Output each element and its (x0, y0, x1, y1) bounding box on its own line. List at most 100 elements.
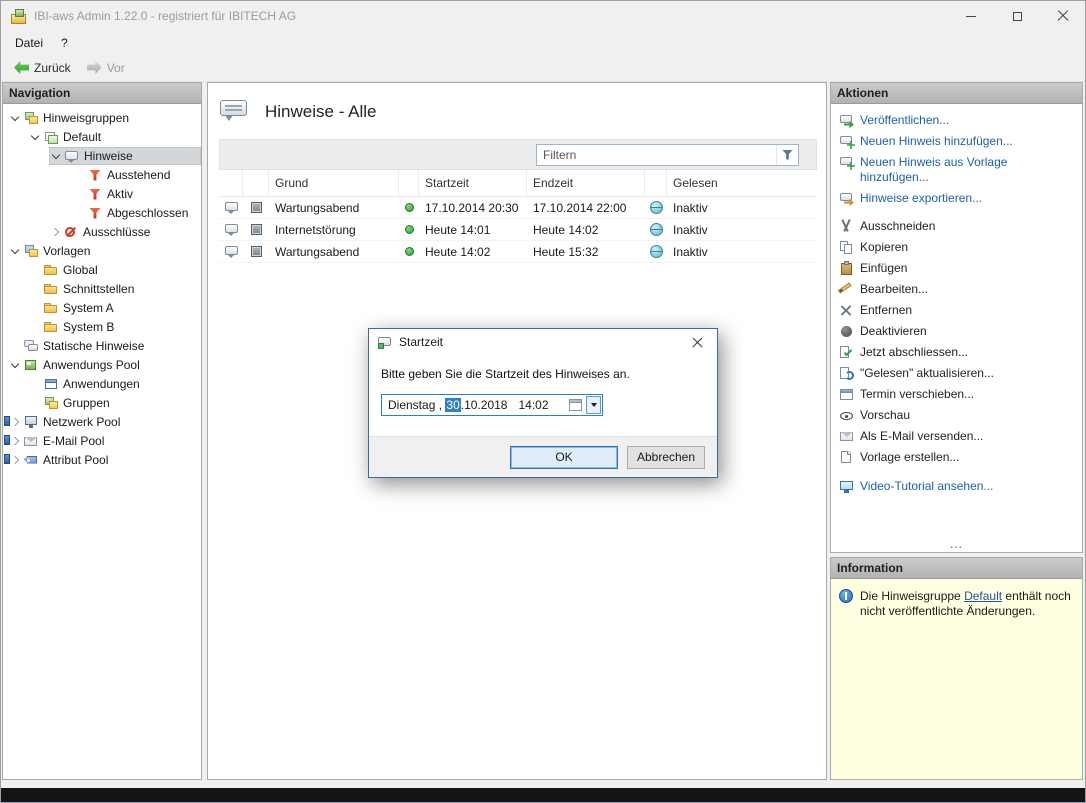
tree-item-statische-hinweise[interactable]: Statische Hinweise (3, 336, 201, 355)
tree-item-anwendungs-pool[interactable]: Anwendungs Pool (3, 355, 201, 374)
close-button[interactable] (1040, 0, 1086, 32)
tree-item-abgeschlossen[interactable]: Abgeschlossen (3, 203, 201, 222)
action-einfuegen[interactable]: Einfügen (839, 258, 1078, 279)
back-button[interactable]: Zurück (6, 58, 79, 78)
table-row[interactable]: Wartungsabend Heute 14:02 Heute 15:32 In… (219, 241, 817, 263)
column-header-startzeit[interactable]: Startzeit (419, 170, 527, 196)
app-icon (10, 8, 26, 24)
calendar-icon (569, 398, 583, 412)
action-ausschneiden[interactable]: Ausschneiden (839, 216, 1078, 237)
ok-button[interactable]: OK (510, 446, 618, 469)
action-entfernen[interactable]: Entfernen (839, 300, 1078, 321)
dialog-titlebar[interactable]: Startzeit (369, 329, 717, 355)
dialog-message: Bitte geben Sie die Startzeit des Hinwei… (369, 355, 717, 381)
status-active-icon (405, 225, 414, 234)
folder-icon (43, 300, 59, 316)
tree-item-ausschluesse[interactable]: Ausschlüsse (3, 222, 201, 241)
action-video-tutorial[interactable]: Video-Tutorial ansehen... (839, 476, 1078, 497)
date-weekday[interactable]: Dienstag (388, 398, 435, 412)
column-header-grund[interactable]: Grund (269, 170, 399, 196)
action-jetzt-abschliessen[interactable]: Jetzt abschliessen... (839, 342, 1078, 363)
expand-chevron-icon[interactable] (50, 149, 64, 163)
minimize-button[interactable] (948, 0, 994, 32)
expand-chevron-icon[interactable] (9, 111, 23, 125)
action-label: Vorschau (860, 408, 910, 423)
column-header-endzeit[interactable]: Endzeit (527, 170, 645, 196)
column-header-gelesen[interactable]: Gelesen (667, 170, 817, 196)
expand-chevron-icon[interactable] (49, 225, 63, 239)
tree-item-gruppen[interactable]: Gruppen (3, 393, 201, 412)
tree-item-hinweisgruppen[interactable]: Hinweisgruppen (3, 108, 201, 127)
tree-item-hinweise[interactable]: Hinweise (3, 146, 201, 165)
action-bearbeiten[interactable]: Bearbeiten... (839, 279, 1078, 300)
tree-item-default[interactable]: Default (3, 127, 201, 146)
tree-item-system-a[interactable]: System A (3, 298, 201, 317)
filter-input-wrap[interactable] (536, 144, 799, 166)
menu-help[interactable]: ? (52, 34, 77, 52)
action-label: Vorlage erstellen... (860, 450, 959, 465)
expand-chevron-icon[interactable] (9, 434, 23, 448)
action-hinweise-exportieren[interactable]: Hinweise exportieren... (839, 188, 1078, 209)
filter-input[interactable] (537, 148, 776, 162)
action-vorlage-erstellen[interactable]: Vorlage erstellen... (839, 447, 1078, 468)
date-dropdown-button[interactable] (586, 396, 601, 414)
maximize-button[interactable] (994, 0, 1040, 32)
tree-item-netzwerk-pool[interactable]: Netzwerk Pool (3, 412, 201, 431)
tree-item-e-mail-pool[interactable]: E-Mail Pool (3, 431, 201, 450)
tree-item-vorlagen[interactable]: Vorlagen (3, 241, 201, 260)
action-gelesen-aktualisieren[interactable]: "Gelesen" aktualisieren... (839, 363, 1078, 384)
cancel-button[interactable]: Abbrechen (627, 446, 705, 469)
action-deaktivieren[interactable]: Deaktivieren (839, 321, 1078, 342)
cell-endzeit: Heute 14:02 (527, 223, 645, 237)
date-time[interactable]: 14:02 (518, 398, 548, 412)
dialog-close-button[interactable] (677, 329, 717, 355)
column-header-status[interactable] (399, 170, 419, 196)
app-pool-icon (23, 357, 39, 373)
tree-item-system-b[interactable]: System B (3, 317, 201, 336)
date-day-selected[interactable]: 30 (445, 398, 460, 412)
action-vorschau[interactable]: Vorschau (839, 405, 1078, 426)
expand-chevron-icon[interactable] (9, 244, 23, 258)
tree-item-anwendungen[interactable]: Anwendungen (3, 374, 201, 393)
information-header-label: Information (837, 561, 903, 575)
action-neuen-hinweis-aus-vorlage[interactable]: Neuen Hinweis aus Vorlage hinzufügen... (839, 152, 1078, 188)
column-header-globe[interactable] (645, 170, 667, 196)
cell-gelesen: Inaktiv (667, 223, 817, 237)
minimize-icon (966, 16, 976, 17)
cell-grund: Wartungsabend (269, 201, 399, 215)
tree-item-global[interactable]: Global (3, 260, 201, 279)
expand-chevron-icon[interactable] (9, 453, 23, 467)
filter-funnel-icon[interactable] (776, 145, 798, 165)
tree-item-schnittstellen[interactable]: Schnittstellen (3, 279, 201, 298)
action-termin-verschieben[interactable]: Termin verschieben... (839, 384, 1078, 405)
tree-item-label: Ausschlüsse (83, 225, 150, 239)
expand-chevron-icon[interactable] (29, 130, 43, 144)
action-label: Als E-Mail versenden... (860, 429, 983, 444)
expand-chevron-icon[interactable] (9, 358, 23, 372)
action-neuen-hinweis-hinzufuegen[interactable]: Neuen Hinweis hinzufügen... (839, 131, 1078, 152)
tree-item-aktiv[interactable]: Aktiv (3, 184, 201, 203)
tree-item-label: Default (63, 130, 101, 144)
forward-button[interactable]: Vor (79, 58, 133, 78)
tree-item-attribut-pool[interactable]: Attribut Pool (3, 450, 201, 469)
action-veroeffentlichen[interactable]: Veröffentlichen... (839, 110, 1078, 131)
window-title: IBI-aws Admin 1.22.0 - registriert für I… (34, 9, 296, 23)
action-als-email-versenden[interactable]: Als E-Mail versenden... (839, 426, 1078, 447)
column-header-icon1[interactable] (219, 170, 243, 196)
toolbar: Zurück Vor (0, 54, 1086, 82)
action-label: Neuen Hinweis hinzufügen... (860, 134, 1013, 149)
menu-datei[interactable]: Datei (6, 34, 52, 52)
publish-icon (839, 113, 854, 128)
table-row[interactable]: Wartungsabend 17.10.2014 20:30 17.10.201… (219, 197, 817, 219)
date-month-year[interactable]: .10.2018 (461, 398, 508, 412)
table-header[interactable]: Grund Startzeit Endzeit Gelesen (219, 170, 817, 197)
actions-more-indicator[interactable]: ... (831, 537, 1082, 551)
default-group-link[interactable]: Default (964, 589, 1002, 603)
date-time-picker[interactable]: Dienstag , 30.10.201814:02 (381, 394, 603, 416)
table-row[interactable]: Internetstörung Heute 14:01 Heute 14:02 … (219, 219, 817, 241)
expand-chevron-icon[interactable] (9, 415, 23, 429)
action-kopieren[interactable]: Kopieren (839, 237, 1078, 258)
column-header-icon2[interactable] (243, 170, 269, 196)
tree-item-ausstehend[interactable]: Ausstehend (3, 165, 201, 184)
tree-item-label: Anwendungs Pool (43, 358, 140, 372)
